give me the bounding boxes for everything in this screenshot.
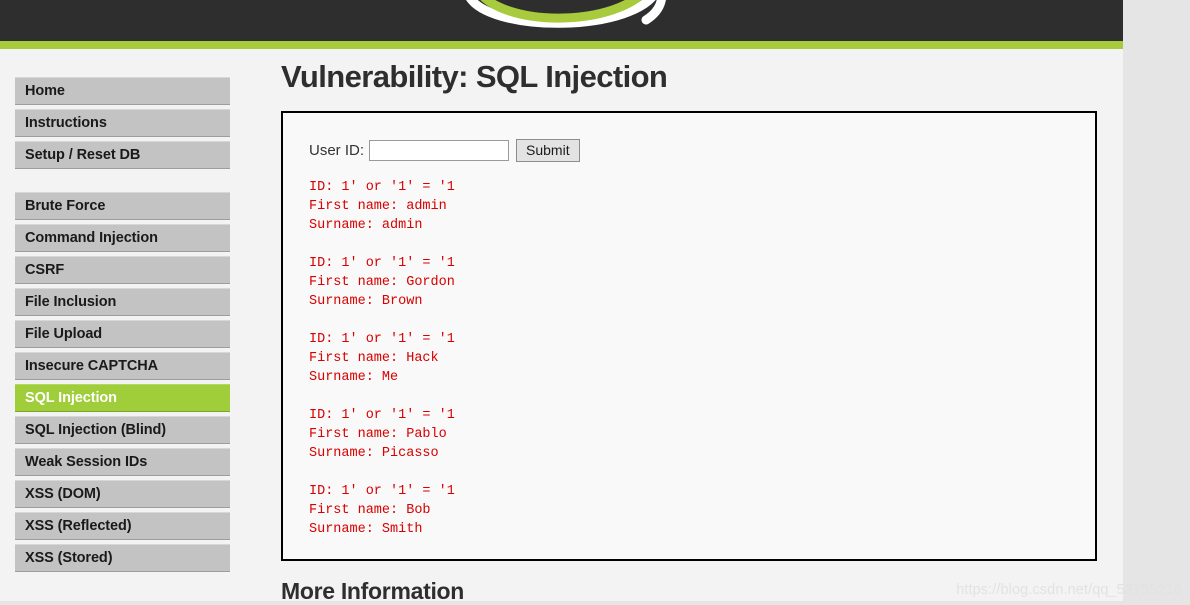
result-record: ID: 1' or '1' = '1 First name: Hack Surn… [309,330,1095,387]
result-first-name-line: First name: Pablo [309,425,1095,444]
sidebar-item-file-upload[interactable]: File Upload [15,320,230,348]
result-first-name-line: First name: Hack [309,349,1095,368]
page-title: Vulnerability: SQL Injection [281,58,1097,95]
sidebar-main-menu: Home Instructions Setup / Reset DB Brute… [15,77,230,572]
result-surname-line: Surname: Smith [309,520,1095,539]
dvwa-logo[interactable]: DVWA [432,0,692,41]
sidebar-item-sql-injection-blind[interactable]: SQL Injection (Blind) [15,416,230,444]
sidebar-item-insecure-captcha[interactable]: Insecure CAPTCHA [15,352,230,380]
sidebar-item-command-injection[interactable]: Command Injection [15,224,230,252]
sidebar-item-sql-injection[interactable]: SQL Injection [15,384,230,412]
vulnerability-panel: User ID: Submit ID: 1' or '1' = '1 First… [281,111,1097,561]
result-first-name-line: First name: Gordon [309,273,1095,292]
sidebar-group-general: Home Instructions Setup / Reset DB [15,77,230,169]
sidebar-item-weak-session-ids[interactable]: Weak Session IDs [15,448,230,476]
sidebar-item-brute-force[interactable]: Brute Force [15,192,230,220]
result-surname-line: Surname: Brown [309,292,1095,311]
result-surname-line: Surname: Picasso [309,444,1095,463]
result-record: ID: 1' or '1' = '1 First name: Pablo Sur… [309,406,1095,463]
site-header: DVWA [0,0,1123,41]
sidebar-item-xss-reflected[interactable]: XSS (Reflected) [15,512,230,540]
submit-button[interactable]: Submit [516,139,580,162]
result-record: ID: 1' or '1' = '1 First name: Bob Surna… [309,482,1095,539]
accent-bar [0,41,1123,49]
result-id-line: ID: 1' or '1' = '1 [309,482,1095,501]
main-content: Vulnerability: SQL Injection User ID: Su… [281,49,1097,605]
query-results: ID: 1' or '1' = '1 First name: admin Sur… [309,178,1095,539]
sidebar-item-xss-dom[interactable]: XSS (DOM) [15,480,230,508]
page-wrapper: DVWA Home Instructions Setup / Reset DB … [0,0,1123,601]
result-id-line: ID: 1' or '1' = '1 [309,330,1095,349]
result-id-line: ID: 1' or '1' = '1 [309,406,1095,425]
result-id-line: ID: 1' or '1' = '1 [309,254,1095,273]
result-first-name-line: First name: Bob [309,501,1095,520]
sidebar-item-home[interactable]: Home [15,77,230,105]
result-record: ID: 1' or '1' = '1 First name: admin Sur… [309,178,1095,235]
user-id-label: User ID: [309,142,364,159]
sql-injection-form: User ID: Submit [309,139,1095,162]
sidebar-item-file-inclusion[interactable]: File Inclusion [15,288,230,316]
sidebar-item-xss-stored[interactable]: XSS (Stored) [15,544,230,572]
result-surname-line: Surname: Me [309,368,1095,387]
result-record: ID: 1' or '1' = '1 First name: Gordon Su… [309,254,1095,311]
result-id-line: ID: 1' or '1' = '1 [309,178,1095,197]
user-id-input[interactable] [369,140,509,161]
sidebar-item-csrf[interactable]: CSRF [15,256,230,284]
result-first-name-line: First name: admin [309,197,1095,216]
result-surname-line: Surname: admin [309,216,1095,235]
body-area: Home Instructions Setup / Reset DB Brute… [0,49,1123,601]
sidebar-item-instructions[interactable]: Instructions [15,109,230,137]
sidebar-item-setup-reset-db[interactable]: Setup / Reset DB [15,141,230,169]
sidebar-group-vulnerabilities: Brute Force Command Injection CSRF File … [15,192,230,572]
